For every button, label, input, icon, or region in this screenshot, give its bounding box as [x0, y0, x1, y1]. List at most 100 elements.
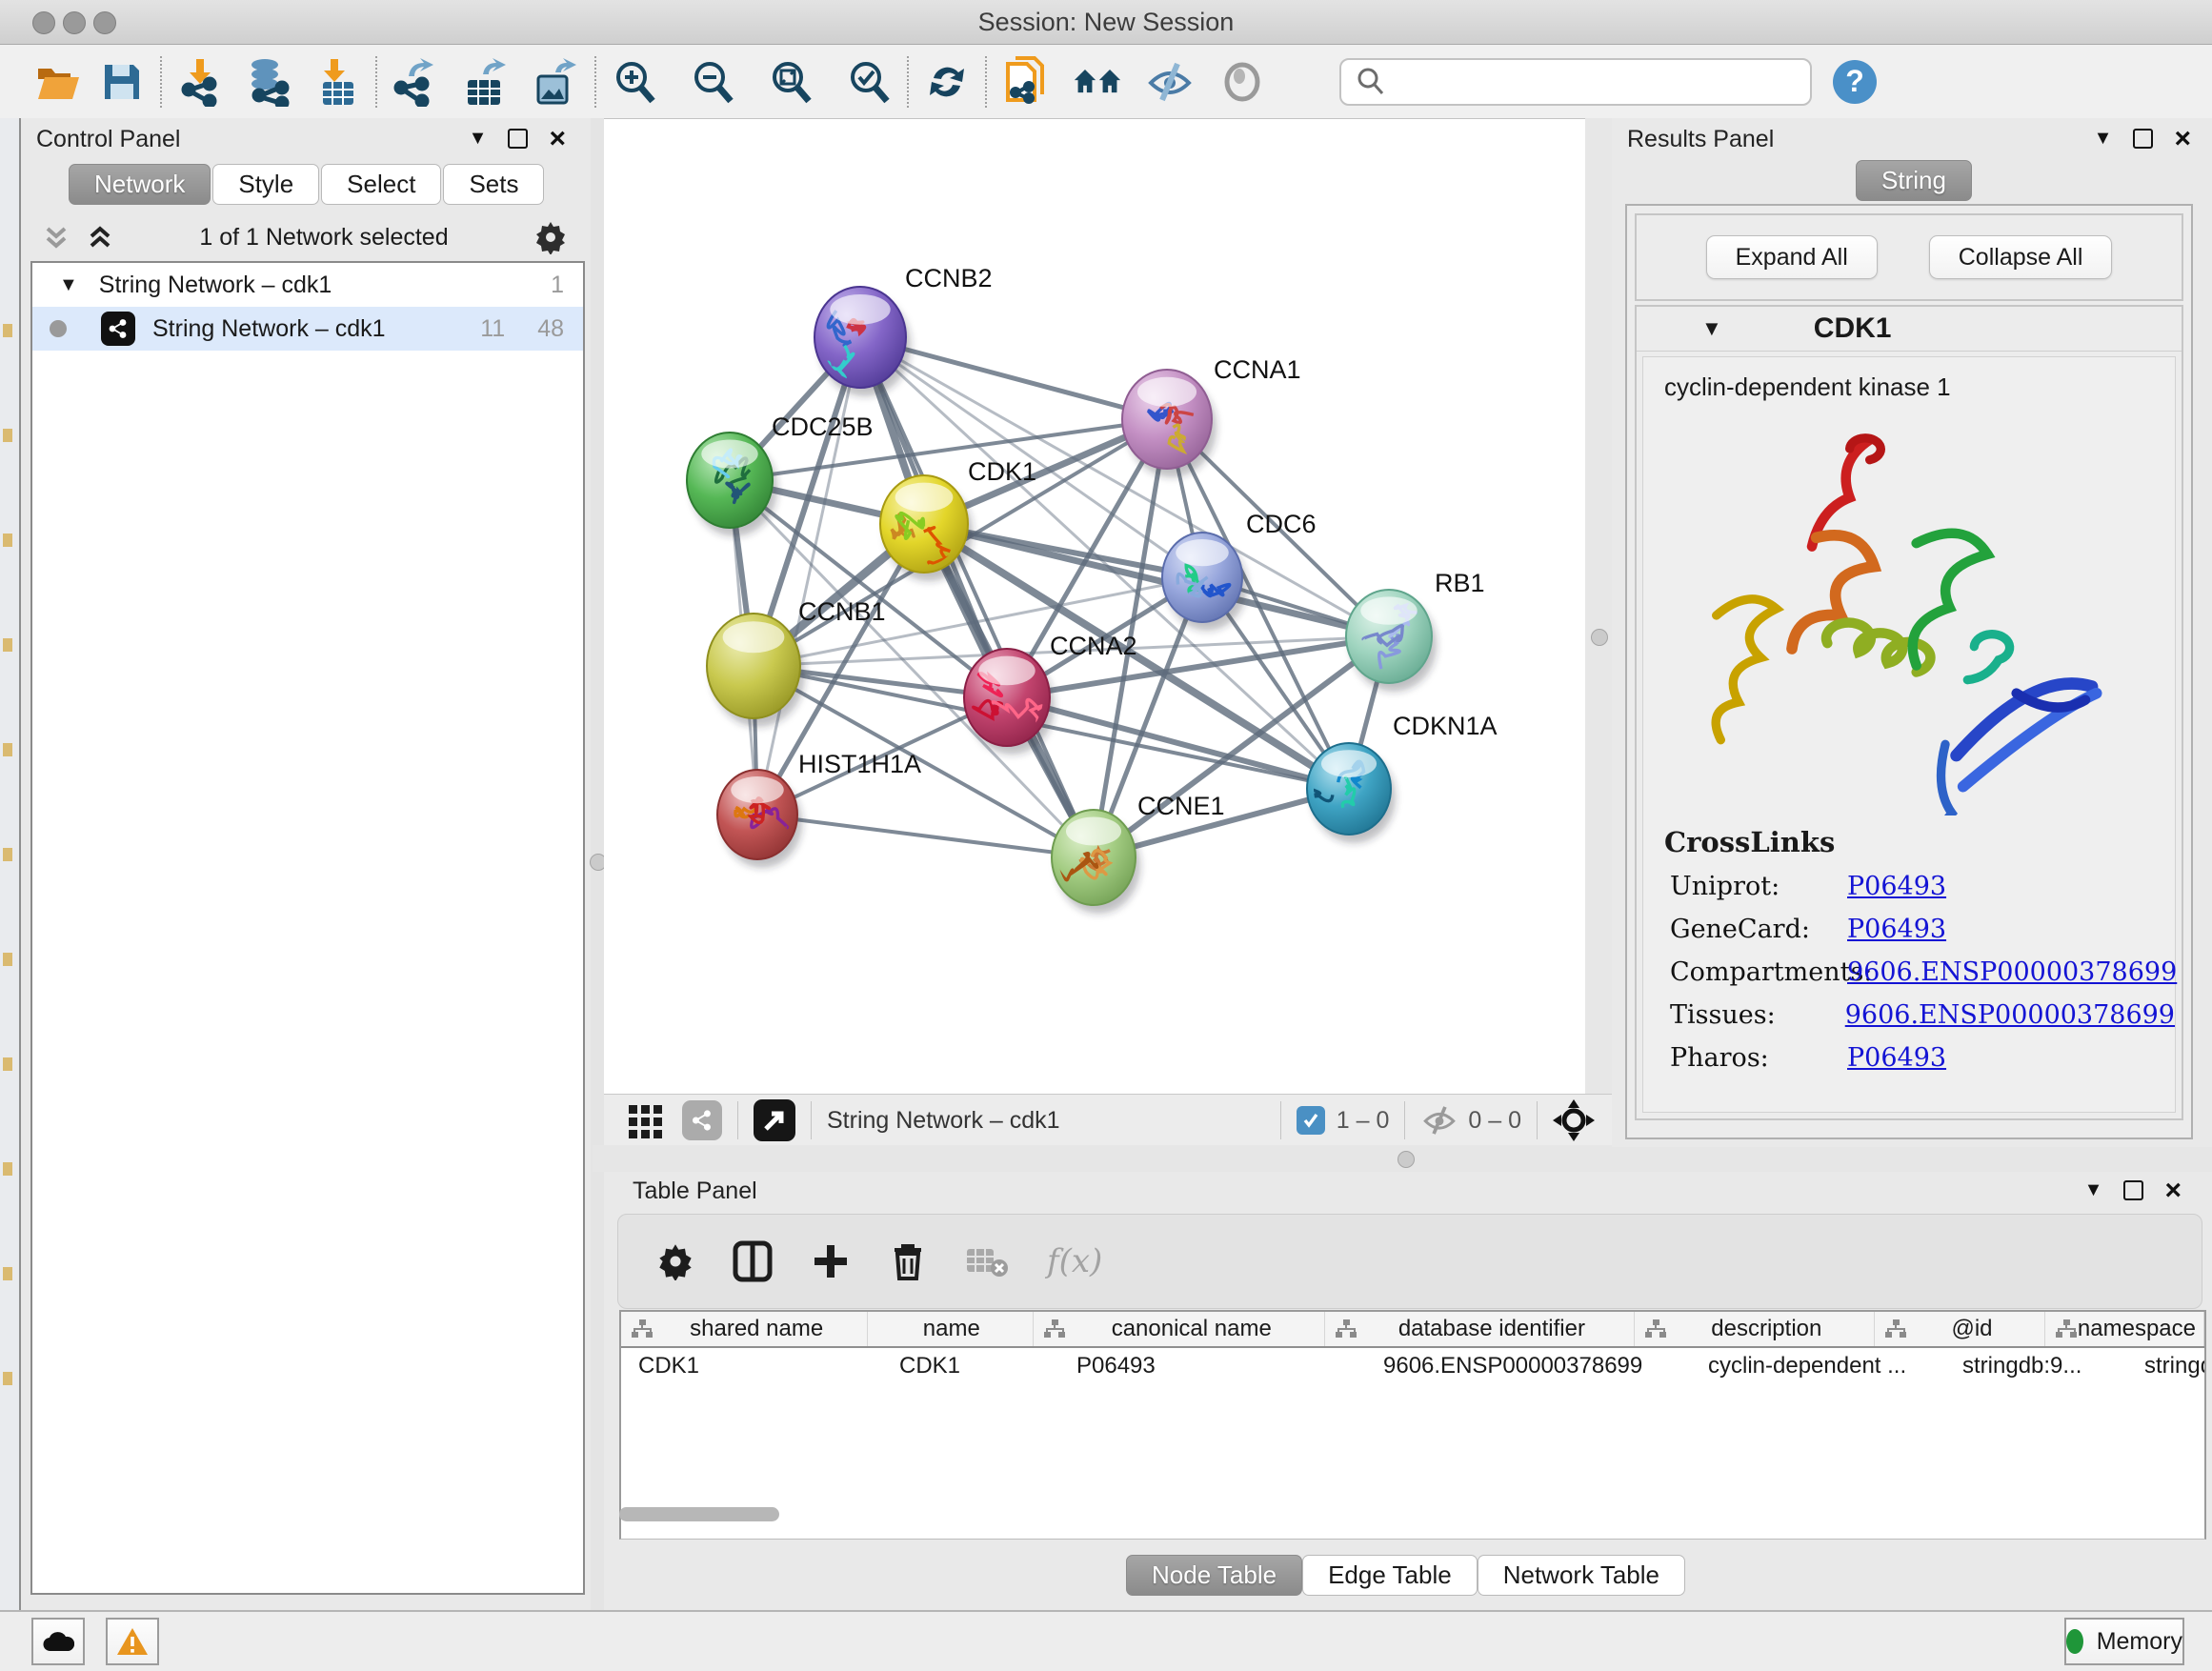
- control-panel-float-icon[interactable]: ▼: [469, 128, 488, 150]
- collection-label: String Network – cdk1: [99, 272, 332, 299]
- results-panel-float-icon[interactable]: ▼: [2094, 128, 2113, 150]
- tab-network-table[interactable]: Network Table: [1478, 1555, 1685, 1596]
- tab-style[interactable]: Style: [212, 164, 319, 205]
- table-panel-maximize-icon[interactable]: [2123, 1180, 2143, 1200]
- tab-sets[interactable]: Sets: [443, 164, 544, 205]
- edge-CCNB2-CCNE1[interactable]: [860, 337, 1094, 857]
- network-view-toolbar: String Network – cdk1 1 – 0 0 – 0: [604, 1094, 1612, 1146]
- tab-network[interactable]: Network: [69, 164, 211, 205]
- import-network-database-icon[interactable]: [244, 57, 293, 107]
- grid-view-icon[interactable]: [627, 1101, 665, 1139]
- crosslink-row: GeneCard:P06493: [1670, 915, 2175, 944]
- crosslink-tissues-link[interactable]: 9606.ENSP00000378699: [1845, 1000, 2175, 1030]
- add-column-icon[interactable]: [811, 1241, 851, 1281]
- node-table-header: shared name name canonical name database…: [621, 1312, 2204, 1348]
- horizontal-splitter-handle[interactable]: [1398, 1151, 1415, 1168]
- node-CCNE1[interactable]: CCNE1: [1052, 792, 1225, 914]
- table-panel-close-icon[interactable]: ×: [2164, 1182, 2182, 1198]
- crosslink-row: Tissues:9606.ENSP00000378699: [1670, 1000, 2175, 1030]
- column-header-database-identifier[interactable]: database identifier: [1325, 1312, 1634, 1346]
- netbar-separator: [811, 1101, 812, 1139]
- node-RB1[interactable]: RB1: [1346, 569, 1485, 692]
- export-network-icon[interactable]: [391, 57, 440, 107]
- cell-canonical-name: P06493: [1059, 1353, 1366, 1379]
- zoom-selected-icon[interactable]: [844, 57, 894, 107]
- open-session-icon[interactable]: [34, 57, 84, 107]
- tab-edge-table[interactable]: Edge Table: [1302, 1555, 1478, 1596]
- network-graph[interactable]: CCNB2CCNA1CDC25BCDK1CDC6RB1CCNB1CCNA2CDK…: [604, 119, 1585, 1094]
- column-header-name[interactable]: name: [868, 1312, 1034, 1346]
- right-splitter-handle[interactable]: [1591, 629, 1608, 646]
- show-columns-icon[interactable]: [733, 1240, 773, 1282]
- current-network-dot-icon: [50, 320, 67, 337]
- cloud-status-button[interactable]: [31, 1618, 85, 1665]
- warnings-button[interactable]: [106, 1618, 159, 1665]
- zoom-out-icon[interactable]: [688, 57, 737, 107]
- network-style-icon[interactable]: [682, 1100, 722, 1140]
- edge-CCNB2-HIST1H1A[interactable]: [757, 337, 860, 815]
- control-panel-maximize-icon[interactable]: [508, 129, 528, 149]
- zoom-in-icon[interactable]: [610, 57, 659, 107]
- export-table-icon[interactable]: [461, 57, 511, 107]
- tab-string[interactable]: String: [1856, 160, 1972, 201]
- table-panel-float-icon[interactable]: ▼: [2084, 1179, 2103, 1201]
- zoom-fit-icon[interactable]: [766, 57, 815, 107]
- column-header-description[interactable]: description: [1635, 1312, 1876, 1346]
- collection-expand-icon[interactable]: ▼: [59, 274, 78, 296]
- string-document-icon[interactable]: [1000, 57, 1050, 107]
- tab-select[interactable]: Select: [321, 164, 441, 205]
- selected-nodes-checkbox-icon[interactable]: [1297, 1106, 1325, 1135]
- network-collection-row[interactable]: ▼ String Network – cdk1 1: [32, 263, 583, 307]
- birds-eye-crosshair-icon[interactable]: [1553, 1099, 1595, 1141]
- node-HIST1H1A[interactable]: HIST1H1A: [717, 750, 921, 868]
- edge-CCNE1-HIST1H1A[interactable]: [757, 815, 1094, 857]
- export-image-icon[interactable]: [532, 57, 581, 107]
- crosslink-uniprot-link[interactable]: P06493: [1847, 872, 1946, 901]
- expand-all-button[interactable]: Expand All: [1706, 235, 1878, 279]
- network-row-selected[interactable]: String Network – cdk1 11 48: [32, 307, 583, 351]
- table-gear-icon[interactable]: [656, 1242, 694, 1280]
- expand-all-icon[interactable]: [86, 223, 114, 252]
- results-panel-close-icon[interactable]: ×: [2174, 131, 2191, 147]
- table-row[interactable]: CDK1 CDK1 P06493 9606.ENSP00000378699 cy…: [621, 1348, 2204, 1384]
- column-header-shared-name[interactable]: shared name: [621, 1312, 868, 1346]
- help-icon[interactable]: ?: [1833, 60, 1877, 104]
- crosslink-compartments-link[interactable]: 9606.ENSP00000378699: [1847, 957, 2177, 987]
- refresh-icon[interactable]: [922, 57, 972, 107]
- column-header-canonical-name[interactable]: canonical name: [1034, 1312, 1325, 1346]
- control-panel-close-icon[interactable]: ×: [549, 131, 566, 147]
- hide-panel-eye-icon[interactable]: [1145, 57, 1195, 107]
- column-header-namespace[interactable]: namespace: [2045, 1312, 2204, 1346]
- node-CCNA1[interactable]: CCNA1: [1122, 355, 1301, 477]
- hierarchy-icon: [1644, 1319, 1667, 1339]
- node-label-CDC25B: CDC25B: [772, 413, 874, 441]
- network-options-gear-icon[interactable]: [533, 220, 568, 254]
- crosslink-pharos-link[interactable]: P06493: [1847, 1043, 1946, 1073]
- table-horizontal-scrollbar[interactable]: [619, 1507, 779, 1521]
- column-header-id[interactable]: @id: [1875, 1312, 2045, 1346]
- hidden-count: 0 – 0: [1468, 1107, 1521, 1135]
- save-session-icon[interactable]: [97, 57, 147, 107]
- results-panel-maximize-icon[interactable]: [2133, 129, 2153, 149]
- import-network-file-icon[interactable]: [175, 57, 225, 107]
- collapse-all-button[interactable]: Collapse All: [1929, 235, 2113, 279]
- network-edge-count: 48: [537, 315, 564, 343]
- crosslink-genecard-link[interactable]: P06493: [1847, 915, 1946, 944]
- collapse-all-icon[interactable]: [42, 223, 70, 252]
- delete-column-trash-icon[interactable]: [889, 1240, 927, 1282]
- search-input[interactable]: [1397, 68, 1810, 96]
- import-table-icon[interactable]: [312, 57, 362, 107]
- memory-button[interactable]: Memory: [2064, 1618, 2184, 1665]
- toolbar-separator: [160, 56, 162, 108]
- node-label-CCNB2: CCNB2: [905, 264, 993, 292]
- show-graphics-eye-icon[interactable]: [1217, 57, 1267, 107]
- network-view-canvas[interactable]: CCNB2CCNA1CDC25BCDK1CDC6RB1CCNB1CCNA2CDK…: [604, 119, 1585, 1094]
- global-search-field[interactable]: [1339, 58, 1812, 106]
- gene-section: ▼ CDK1 cyclin-dependent kinase 1: [1635, 305, 2183, 1120]
- collection-count: 1: [551, 272, 564, 299]
- main-toolbar: ?: [0, 45, 2212, 119]
- gene-collapse-icon[interactable]: ▼: [1701, 316, 1722, 341]
- open-in-browser-icon[interactable]: [754, 1099, 795, 1141]
- home-pages-icon[interactable]: [1073, 57, 1122, 107]
- tab-node-table[interactable]: Node Table: [1126, 1555, 1302, 1596]
